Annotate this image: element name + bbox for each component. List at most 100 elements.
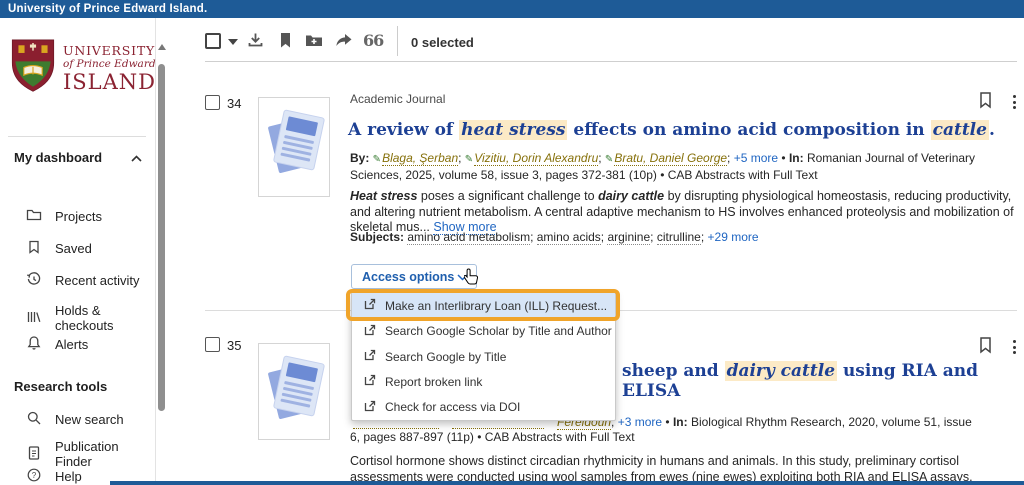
external-link-icon — [364, 349, 376, 364]
text-segment: ; — [530, 230, 537, 244]
sidebar-item-holds-checkouts[interactable]: Holds & checkouts — [26, 303, 155, 333]
result-34-abstract: Heat stress poses a significant challeng… — [350, 189, 1024, 236]
seg-link[interactable]: +5 more — [734, 151, 778, 165]
text-segment: • — [778, 151, 789, 165]
menu-item-ill-request[interactable]: Make an Interlibrary Loan (ILL) Request.… — [352, 293, 615, 318]
seg-subj[interactable]: amino acids — [537, 230, 601, 245]
text-segment: Biological Rhythm Research, 2020, volume… — [688, 415, 972, 429]
upei-crest-icon — [10, 38, 56, 99]
access-options-menu: Make an Interlibrary Loan (ILL) Request.… — [351, 292, 616, 421]
seg-subj[interactable]: arginine — [607, 230, 650, 245]
seg-author[interactable]: Bratu, Daniel George — [614, 151, 727, 166]
seg-subj[interactable]: citrulline — [657, 230, 701, 245]
seg-subj[interactable]: amino acid metabolism — [407, 230, 530, 245]
seg-b: By: — [350, 151, 373, 165]
folder-icon — [26, 207, 42, 226]
sidebar-item-help[interactable]: ? Help — [26, 467, 82, 485]
bookmark-icon — [26, 239, 42, 258]
institution-title: University of Prince Edward Island. — [8, 3, 207, 15]
hidden-author-underline — [353, 428, 439, 429]
text-segment: ; — [650, 230, 657, 244]
sidebar-item-recent-activity[interactable]: Recent activity — [26, 271, 140, 290]
seg-b: Subjects: — [350, 230, 407, 244]
result-34-number: 34 — [227, 96, 241, 111]
result-35-byline-line2: 6, pages 887-897 (11p) • CAB Abstracts w… — [350, 430, 1022, 446]
result-34-bookmark-icon[interactable] — [978, 91, 993, 114]
top-bar: University of Prince Edward Island. — [0, 0, 1024, 18]
history-icon — [26, 271, 42, 290]
result-34-thumbnail[interactable] — [258, 97, 330, 197]
access-options-button[interactable]: Access options — [351, 264, 477, 289]
text-segment: effects on amino acid composition in — [567, 120, 930, 140]
result-35-more-options-icon[interactable] — [1011, 338, 1018, 356]
external-link-icon — [364, 324, 376, 339]
sidebar-divider — [8, 136, 146, 137]
toolbar-divider — [397, 26, 398, 56]
result-34-title[interactable]: A review of heat stress effects on amino… — [348, 120, 995, 140]
download-icon[interactable] — [246, 31, 265, 55]
svg-text:?: ? — [32, 471, 37, 480]
sidebar-item-publication-finder[interactable]: Publication Finder — [26, 439, 155, 469]
text-segment: ; — [727, 151, 734, 165]
sidebar-item-projects[interactable]: Projects — [26, 207, 102, 226]
external-link-icon — [364, 298, 376, 313]
result-35-bookmark-icon[interactable] — [978, 336, 993, 359]
thumbnail-page-front — [274, 110, 324, 169]
menu-item-google-title[interactable]: Search Google by Title — [352, 344, 615, 369]
pen-icon: ✎ — [373, 154, 381, 165]
search-icon — [26, 410, 42, 429]
text-segment: • — [662, 415, 673, 429]
select-all-caret-icon[interactable] — [228, 39, 238, 45]
seg-link[interactable]: +3 more — [618, 415, 662, 429]
text-segment: . — [989, 120, 995, 140]
bookmark-filled-icon[interactable] — [277, 31, 294, 55]
text-segment: ; — [598, 151, 605, 165]
select-all-checkbox[interactable] — [205, 33, 221, 49]
seg-b: In: — [789, 151, 804, 165]
seg-hl: dairy cattle — [725, 361, 837, 381]
sidebar: UNIVERSITY of Prince Edward ISLAND My da… — [0, 18, 156, 485]
menu-item-report-broken-link[interactable]: Report broken link — [352, 369, 615, 394]
pen-icon: ✎ — [465, 154, 473, 165]
sidebar-item-alerts[interactable]: Alerts — [26, 335, 88, 354]
seg-link[interactable]: +29 more — [708, 230, 759, 244]
upei-logo[interactable]: UNIVERSITY of Prince Edward ISLAND — [10, 38, 156, 99]
text-segment: poses a significant challenge to — [417, 189, 598, 203]
menu-item-check-doi[interactable]: Check for access via DOI — [352, 395, 615, 420]
help-circle-icon: ? — [26, 467, 42, 485]
add-to-folder-icon[interactable] — [304, 31, 324, 55]
menu-item-google-scholar[interactable]: Search Google Scholar by Title and Autho… — [352, 318, 615, 343]
thumbnail-page-front — [274, 356, 324, 415]
sidebar-item-saved[interactable]: Saved — [26, 239, 92, 258]
toolbar-bottom-divider — [205, 61, 1017, 62]
seg-hl: cattle — [931, 120, 989, 140]
seg-author[interactable]: Blaga, Şerban — [382, 151, 458, 166]
sidebar-section-my-dashboard[interactable]: My dashboard — [14, 150, 142, 165]
result-35-title[interactable]: sheep and dairy cattle using RIA and ELI… — [622, 361, 1024, 401]
result-34-more-options-icon[interactable] — [1011, 93, 1018, 111]
seg-bi: dairy cattle — [598, 189, 664, 203]
result-34-subjects: Subjects: amino acid metabolism; amino a… — [350, 230, 1024, 246]
bottom-bar — [110, 481, 1024, 485]
external-link-icon — [364, 374, 376, 389]
sidebar-item-new-search[interactable]: New search — [26, 410, 124, 429]
pen-icon: ✎ — [605, 154, 613, 165]
scrollbar-thumb[interactable] — [158, 64, 165, 411]
share-icon[interactable] — [334, 31, 353, 55]
result-34-checkbox[interactable] — [205, 95, 220, 110]
result-35-number: 35 — [227, 338, 241, 353]
upei-wordmark: UNIVERSITY of Prince Edward ISLAND — [63, 45, 156, 93]
scrollbar-up-arrow[interactable] — [158, 44, 166, 50]
external-link-icon — [364, 400, 376, 415]
seg-b: In: — [673, 415, 688, 429]
library-books-icon — [26, 309, 42, 328]
result-35-byline-line1: Fereidoun; +3 more • In: Biological Rhyt… — [557, 415, 1019, 431]
text-segment: A review of — [348, 120, 459, 140]
seg-author[interactable]: Vizitiu, Dorin Alexandru — [474, 151, 598, 166]
cite-icon[interactable]: 66 — [363, 31, 383, 50]
result-35-checkbox[interactable] — [205, 337, 220, 352]
cursor-hand-icon — [464, 268, 479, 290]
bell-icon — [26, 335, 42, 354]
result-35-thumbnail[interactable] — [258, 343, 330, 440]
text-segment: sheep and — [622, 361, 725, 381]
